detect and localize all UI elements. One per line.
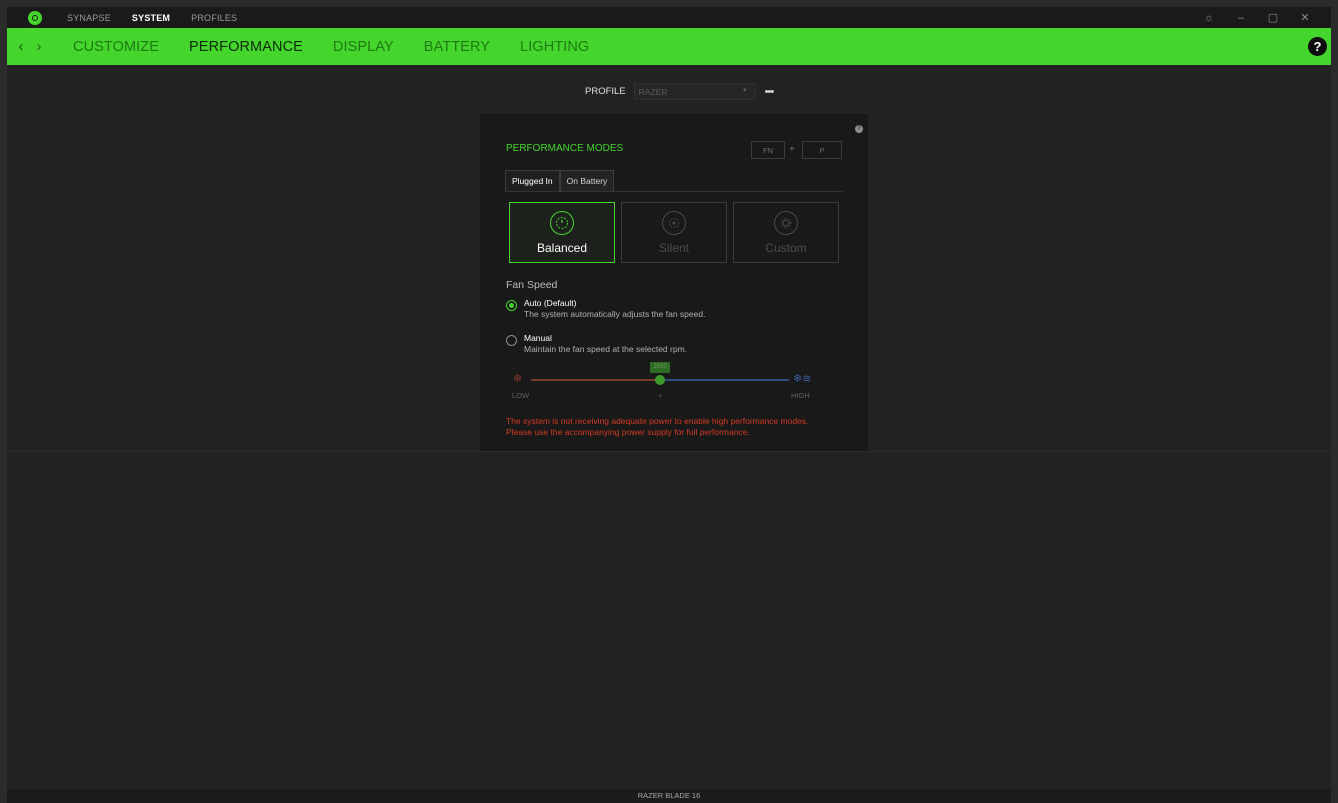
mode-balanced[interactable]: Balanced [509,202,615,263]
mode-label: Silent [658,241,690,255]
device-footer: RAZER BLADE 16 [7,789,1331,803]
power-warning: The system is not receiving adequate pow… [506,416,808,438]
speedometer-icon [550,211,574,235]
tab-battery[interactable]: BATTERY [424,39,490,55]
tab-display[interactable]: DISPLAY [333,39,394,55]
radio-auto-label: Auto (Default) [524,298,577,308]
topnav-profiles[interactable]: PROFILES [191,13,237,23]
profile-label: PROFILE [585,86,626,97]
info-icon[interactable]: ? [855,125,863,133]
warning-line: Please use the accompanying power supply… [506,427,750,437]
radio-manual[interactable] [506,335,517,346]
shortcut-plus: + [789,144,795,155]
help-icon[interactable]: ? [1308,37,1327,56]
minimize-icon[interactable]: – [1225,12,1257,24]
mode-custom[interactable]: Custom [733,202,839,263]
mode-label: Balanced [536,241,588,255]
performance-modes-panel: ? PERFORMANCE MODES FN + P Plugged In On… [480,114,868,451]
tab-on-battery[interactable]: On Battery [559,170,615,191]
slider-track-low[interactable] [531,379,657,381]
mode-selector: Balanced Silent Custom [509,202,845,263]
tab-performance[interactable]: PERFORMANCE [189,39,303,55]
slider-low-label: LOW [512,391,530,400]
fan-high-icon: ❄≋ [793,373,812,385]
slider-thumb[interactable] [655,375,665,385]
mode-silent[interactable]: Silent [621,202,727,263]
warning-line: The system is not receiving adequate pow… [506,416,809,426]
tab-customize[interactable]: CUSTOMIZE [73,39,159,55]
fan-low-icon: ❄ [513,373,523,385]
razer-logo-icon[interactable] [28,10,42,25]
profile-value: RAZER [638,86,668,97]
fan-auto-option[interactable]: Auto (Default) The system automatically … [506,298,705,319]
panel-title: PERFORMANCE MODES [506,143,624,154]
topnav-synapse[interactable]: SYNAPSE [67,13,111,23]
topnav-system[interactable]: SYSTEM [132,13,170,23]
divider [7,451,1331,452]
mode-label: Custom [765,241,807,255]
slider-high-label: HIGH [791,391,810,400]
radio-manual-label: Manual [524,333,552,343]
tab-plugged-in[interactable]: Plugged In [505,170,560,191]
fan-manual-option[interactable]: Manual Maintain the fan speed at the sel… [506,333,687,354]
fan-icon [662,211,686,235]
gear-icon[interactable]: ☼ [1193,12,1225,24]
maximize-icon[interactable]: ▢ [1257,11,1289,24]
title-bar: SYNAPSE SYSTEM PROFILES ☼ – ▢ ✕ [7,7,1331,28]
forward-arrow-icon[interactable]: › [30,38,48,55]
close-icon[interactable]: ✕ [1289,11,1321,24]
slider-track-high[interactable] [665,379,789,381]
radio-auto-desc: The system automatically adjusts the fan… [524,309,706,319]
radio-auto[interactable] [506,300,517,311]
window-controls: ☼ – ▢ ✕ [1193,7,1321,28]
rpm-value-bubble: 2500 [650,362,670,373]
app-window: SYNAPSE SYSTEM PROFILES ☼ – ▢ ✕ ‹ › CUST… [7,7,1331,803]
fan-speed-title: Fan Speed [506,279,558,291]
power-source-tabs: Plugged In On Battery [505,170,843,192]
fan-speed-slider: 2500 ❄ ❄≋ LOW + HIGH [511,358,821,408]
slider-mid-marker: + [658,391,663,400]
tab-lighting[interactable]: LIGHTING [520,39,589,55]
shortcut-key-fn: FN [751,141,785,159]
back-arrow-icon[interactable]: ‹ [12,38,30,55]
more-options-icon[interactable]: ••• [765,86,775,98]
profile-dropdown[interactable]: RAZER ▾ [633,83,756,100]
shortcut-key-p: P [802,141,842,159]
gear-icon [774,211,798,235]
chevron-down-icon: ▾ [743,87,747,94]
profile-row: PROFILE RAZER ▾ ••• [585,83,775,100]
radio-manual-desc: Maintain the fan speed at the selected r… [524,344,688,354]
section-nav: ‹ › CUSTOMIZE PERFORMANCE DISPLAY BATTER… [7,28,1331,65]
